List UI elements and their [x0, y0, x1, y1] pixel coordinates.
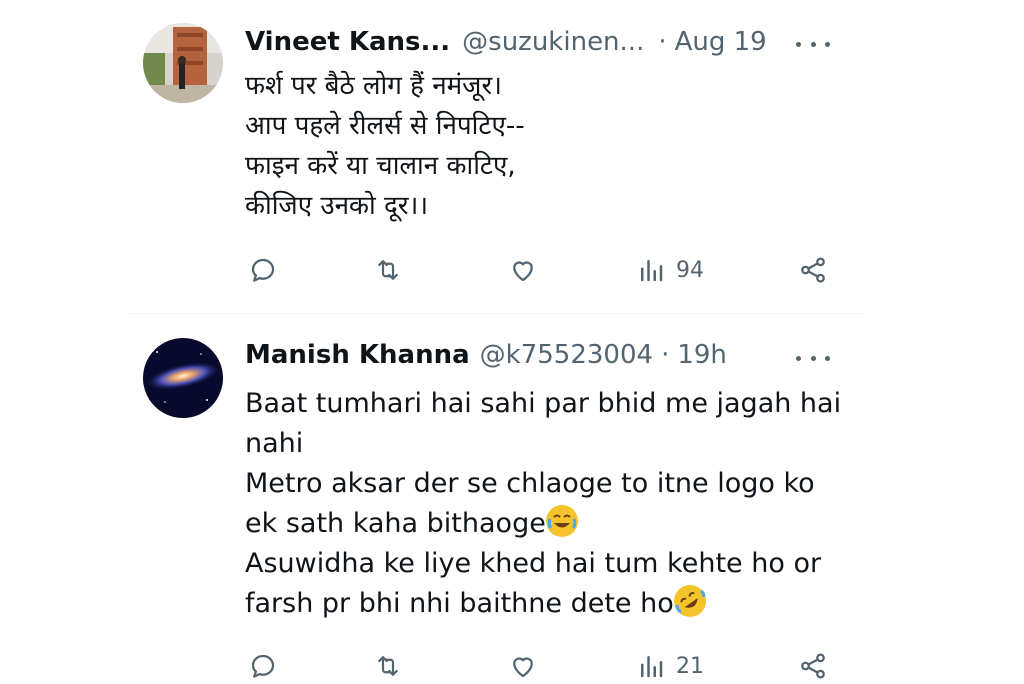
avatar[interactable]: [143, 338, 223, 418]
views-icon: [641, 260, 663, 282]
user-handle[interactable]: @suzukinen...: [462, 27, 644, 57]
timestamp[interactable]: Aug 19: [675, 27, 767, 57]
text-line-with-emoji: ek sath kaha bithaoge: [245, 504, 845, 544]
tweet-text: फर्श पर बैठे लोग हैं नमंजूर। आप पहले रील…: [245, 66, 845, 226]
tweet-header: Vineet Kans... @suzukinen... · Aug 19: [245, 27, 767, 57]
views-button[interactable]: 94: [636, 252, 704, 288]
action-bar: 94: [0, 252, 1024, 288]
text-line: फर्श पर बैठे लोग हैं नमंजूर।: [245, 71, 502, 101]
reply-icon: [251, 258, 275, 282]
text-line: कीजिए उनको दूर।।: [245, 191, 429, 221]
text-line: Metro aksar der se chlaoge to itne logo …: [245, 468, 815, 499]
text-line: आप पहले रीलर्स से निपटिए--: [245, 111, 525, 141]
reply-button[interactable]: [248, 252, 278, 288]
reply-button[interactable]: [248, 648, 278, 684]
text-line: Asuwidha ke liye khed hai tum kehte ho o…: [245, 548, 822, 579]
text-line-with-emoji: farsh pr bhi nhi baithne dete ho: [245, 584, 845, 624]
face-with-tears-of-joy-icon: [545, 505, 578, 537]
tweet-1[interactable]: Vineet Kans... @suzukinen... · Aug 19 फर…: [0, 0, 1024, 313]
separator-dot: ·: [661, 340, 670, 370]
tweet-text: Baat tumhari hai sahi par bhid me jagah …: [245, 384, 845, 624]
galaxy-avatar-icon: [143, 338, 223, 418]
reply-icon: [251, 654, 275, 678]
retweet-button[interactable]: [373, 648, 403, 684]
retweet-icon: [378, 260, 398, 280]
more-icon[interactable]: [796, 348, 830, 368]
display-name[interactable]: Manish Khanna: [245, 340, 470, 370]
views-count: 21: [676, 653, 704, 679]
text-line: Baat tumhari hai sahi par bhid me jagah …: [245, 388, 842, 419]
like-button[interactable]: [508, 252, 538, 288]
fort-photo-avatar-icon: [143, 23, 223, 103]
tweet-2[interactable]: Manish Khanna @k75523004 · 19h Baat tumh…: [0, 314, 1024, 683]
text-line: nahi: [245, 428, 304, 459]
text-segment: farsh pr bhi nhi baithne dete ho: [245, 588, 674, 619]
share-button[interactable]: [798, 252, 828, 288]
text-line: फाइन करें या चालान काटिए,: [245, 151, 516, 181]
tweet-header: Manish Khanna @k75523004 · 19h: [245, 340, 727, 370]
separator-dot: ·: [658, 27, 667, 57]
views-button[interactable]: 21: [636, 648, 704, 684]
retweet-icon: [378, 656, 398, 676]
text-segment: ek sath kaha bithaoge: [245, 508, 546, 539]
retweet-button[interactable]: [373, 252, 403, 288]
more-icon[interactable]: [796, 34, 830, 54]
views-count: 94: [676, 257, 704, 283]
action-bar: 21: [0, 648, 1024, 684]
user-handle[interactable]: @k75523004: [480, 340, 653, 370]
like-button[interactable]: [508, 648, 538, 684]
share-button[interactable]: [798, 648, 828, 684]
timestamp[interactable]: 19h: [677, 340, 727, 370]
views-icon: [641, 656, 663, 678]
avatar[interactable]: [143, 23, 223, 103]
share-icon: [801, 653, 825, 679]
like-icon: [513, 657, 533, 678]
rolling-on-floor-laughing-icon: [673, 585, 706, 617]
display-name[interactable]: Vineet Kans...: [245, 27, 450, 57]
like-icon: [513, 261, 533, 282]
share-icon: [801, 257, 825, 283]
